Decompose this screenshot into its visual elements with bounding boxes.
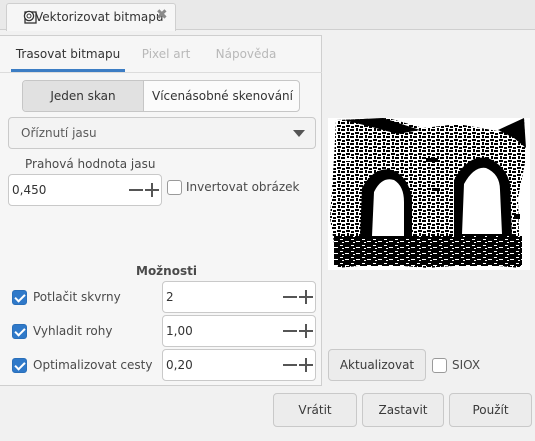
- invert-image-label: Invertovat obrázek: [186, 180, 300, 194]
- detection-mode-dropdown[interactable]: Oříznutí jasu: [8, 117, 316, 149]
- update-preview-button[interactable]: Aktualizovat: [328, 349, 426, 381]
- threshold-label: Prahová hodnota jasu: [25, 157, 156, 171]
- trace-preview-image: [328, 118, 530, 270]
- corners-spinbox[interactable]: 1,00: [162, 315, 316, 347]
- detection-mode-value: Oříznutí jasu: [21, 126, 97, 140]
- increment-icon[interactable]: [297, 287, 315, 307]
- siox-label: SIOX: [452, 358, 481, 372]
- invert-image-checkbox[interactable]: [167, 180, 182, 195]
- smooth-corners-label: Vyhladit rohy: [33, 324, 113, 338]
- tab-pixel-art[interactable]: Pixel art: [128, 38, 204, 70]
- suppress-speckles-label: Potlačit skvrny: [33, 290, 121, 304]
- smooth-corners-checkbox[interactable]: [12, 324, 27, 339]
- threshold-spinbox[interactable]: 0,450: [8, 174, 162, 206]
- paths-spinbox[interactable]: 0,20: [162, 349, 316, 381]
- single-scan-button[interactable]: Jeden skan: [23, 81, 144, 111]
- close-icon[interactable]: ✖: [156, 7, 168, 23]
- options-heading: Možnosti: [136, 264, 197, 278]
- tab-divider: [0, 72, 322, 73]
- corners-value: 1,00: [166, 324, 193, 338]
- speckles-spinbox[interactable]: 2: [162, 281, 316, 313]
- stop-button[interactable]: Zastavit: [362, 393, 444, 427]
- threshold-value: 0,450: [12, 183, 47, 197]
- dock-tab-trace-bitmap[interactable]: Vektorizovat bitmapu ✖: [6, 3, 176, 31]
- increment-icon[interactable]: [297, 355, 315, 375]
- paths-value: 0,20: [166, 358, 193, 372]
- increment-icon[interactable]: [143, 180, 161, 200]
- dock-tab-title: Vektorizovat bitmapu: [35, 10, 164, 24]
- scan-mode-switch: Jeden skan Vícenásobné skenování: [22, 80, 300, 112]
- tab-trace-bitmap[interactable]: Trasovat bitmapu: [11, 38, 125, 70]
- multi-scan-button[interactable]: Vícenásobné skenování: [144, 81, 299, 111]
- speckles-value: 2: [166, 290, 174, 304]
- optimize-paths-label: Optimalizovat cesty: [33, 358, 153, 372]
- preview-bitmap: [328, 118, 530, 270]
- increment-icon[interactable]: [297, 321, 315, 341]
- optimize-paths-checkbox[interactable]: [12, 358, 27, 373]
- tab-help[interactable]: Nápověda: [206, 38, 286, 70]
- reset-button[interactable]: Vrátit: [273, 393, 357, 427]
- suppress-speckles-checkbox[interactable]: [12, 290, 27, 305]
- siox-checkbox[interactable]: [432, 358, 447, 373]
- apply-button[interactable]: Použít: [449, 393, 532, 427]
- chevron-down-icon: [293, 130, 305, 137]
